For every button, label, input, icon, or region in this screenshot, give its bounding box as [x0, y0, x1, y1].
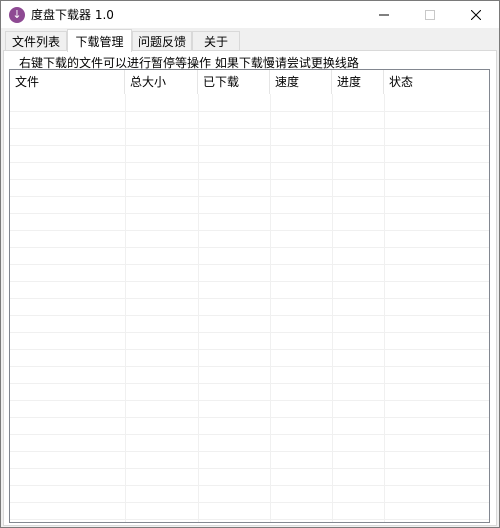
grid-column-line — [270, 94, 271, 522]
list-grid — [10, 94, 489, 522]
grid-row-line — [10, 264, 489, 265]
main-window: ↓ 度盘下载器 1.0 文件列表 下载管理 问题反馈 关于 右键下载的文件可以进… — [0, 0, 500, 528]
tab-about[interactable]: 关于 — [192, 31, 240, 51]
grid-row-line — [10, 451, 489, 452]
maximize-icon — [425, 9, 435, 20]
download-list[interactable]: 文件 总大小 已下载 速度 进度 状态 — [9, 69, 490, 523]
grid-row-line — [10, 162, 489, 163]
column-header-total-size[interactable]: 总大小 — [125, 70, 198, 94]
grid-row-line — [10, 434, 489, 435]
grid-row-line — [10, 366, 489, 367]
grid-row-line — [10, 247, 489, 248]
grid-row-line — [10, 179, 489, 180]
tab-feedback[interactable]: 问题反馈 — [132, 31, 192, 51]
grid-row-line — [10, 468, 489, 469]
grid-row-line — [10, 502, 489, 503]
column-header-progress[interactable]: 进度 — [332, 70, 384, 94]
grid-column-line — [384, 94, 385, 522]
tab-file-list[interactable]: 文件列表 — [5, 31, 67, 51]
grid-row-line — [10, 332, 489, 333]
minimize-button[interactable] — [361, 1, 407, 28]
grid-row-line — [10, 128, 489, 129]
close-button[interactable] — [453, 1, 499, 28]
grid-row-line — [10, 145, 489, 146]
download-arrow-icon: ↓ — [9, 6, 25, 23]
column-header-downloaded[interactable]: 已下载 — [198, 70, 270, 94]
grid-row-line — [10, 519, 489, 520]
grid-row-line — [10, 383, 489, 384]
grid-row-line — [10, 281, 489, 282]
title-bar[interactable]: ↓ 度盘下载器 1.0 — [1, 1, 499, 28]
grid-row-line — [10, 349, 489, 350]
grid-column-line — [125, 94, 126, 522]
grid-row-line — [10, 417, 489, 418]
grid-column-line — [198, 94, 199, 522]
grid-row-line — [10, 298, 489, 299]
close-icon — [471, 9, 481, 20]
tab-strip: 文件列表 下载管理 问题反馈 关于 — [3, 29, 497, 52]
grid-column-line — [332, 94, 333, 522]
maximize-button[interactable] — [407, 1, 453, 28]
grid-row-line — [10, 315, 489, 316]
grid-row-line — [10, 111, 489, 112]
column-header-status[interactable]: 状态 — [384, 70, 489, 94]
grid-row-line — [10, 196, 489, 197]
column-header-speed[interactable]: 速度 — [270, 70, 332, 94]
grid-row-line — [10, 485, 489, 486]
tab-download-manager[interactable]: 下载管理 — [67, 29, 132, 52]
grid-row-line — [10, 213, 489, 214]
minimize-icon — [379, 14, 389, 15]
grid-row-line — [10, 400, 489, 401]
window-title: 度盘下载器 1.0 — [31, 8, 114, 22]
column-header-file[interactable]: 文件 — [10, 70, 125, 94]
grid-row-line — [10, 230, 489, 231]
download-manager-panel: 右键下载的文件可以进行暂停等操作 如果下载慢请尝试更换线路 文件 总大小 已下载… — [3, 50, 497, 526]
list-header: 文件 总大小 已下载 速度 进度 状态 — [10, 70, 489, 94]
